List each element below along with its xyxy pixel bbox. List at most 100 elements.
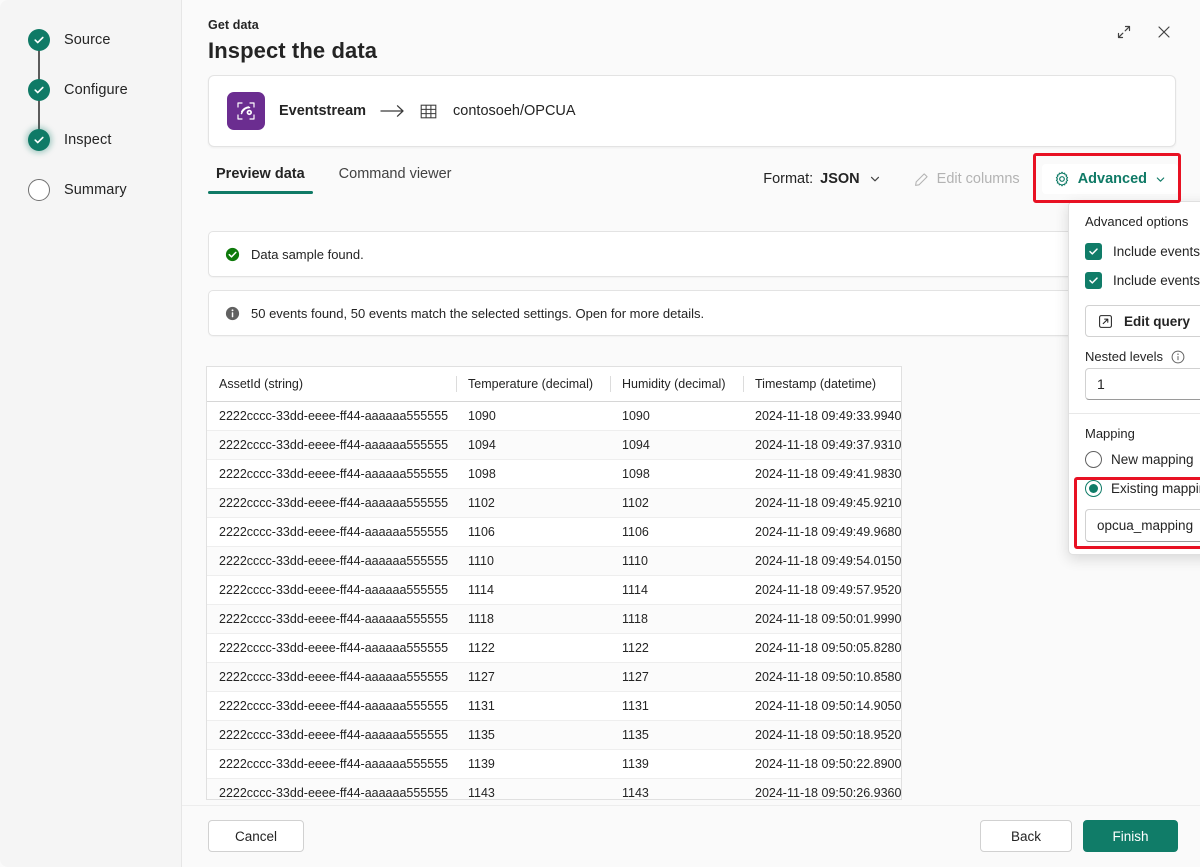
- cell-temperature: 1094: [456, 430, 610, 460]
- step-complete-icon: [28, 79, 50, 101]
- table-row[interactable]: 2222cccc-33dd-eeee-ff44-aaaaaa555555 1143…: [207, 778, 901, 799]
- cell-temperature: 1102: [456, 488, 610, 518]
- cancel-button[interactable]: Cancel: [208, 820, 304, 852]
- table-row[interactable]: 2222cccc-33dd-eeee-ff44-aaaaaa555555 1114…: [207, 575, 901, 605]
- advanced-button[interactable]: Advanced: [1041, 164, 1178, 194]
- table-row[interactable]: 2222cccc-33dd-eeee-ff44-aaaaaa555555 1094…: [207, 430, 901, 460]
- info-circle-icon: [225, 306, 240, 321]
- sidebar-step-inspect[interactable]: Inspect: [28, 129, 111, 151]
- cell-humidity: 1143: [610, 778, 743, 799]
- cell-humidity: 1139: [610, 749, 743, 779]
- cell-temperature: 1090: [456, 401, 610, 431]
- cell-temperature: 1131: [456, 691, 610, 721]
- advanced-label: Advanced: [1077, 171, 1147, 187]
- preview-data-table[interactable]: AssetId (string) Temperature (decimal) H…: [206, 366, 902, 800]
- cell-assetid: 2222cccc-33dd-eeee-ff44-aaaaaa555555: [207, 720, 456, 750]
- table-row[interactable]: 2222cccc-33dd-eeee-ff44-aaaaaa555555 1098…: [207, 459, 901, 489]
- cell-assetid: 2222cccc-33dd-eeee-ff44-aaaaaa555555: [207, 488, 456, 518]
- cell-assetid: 2222cccc-33dd-eeee-ff44-aaaaaa555555: [207, 778, 456, 799]
- table-row[interactable]: 2222cccc-33dd-eeee-ff44-aaaaaa555555 1127…: [207, 662, 901, 692]
- edit-query-button[interactable]: Edit query: [1085, 305, 1200, 337]
- cell-humidity: 1090: [610, 401, 743, 431]
- arrow-right-icon: [380, 104, 406, 118]
- table-row[interactable]: 2222cccc-33dd-eeee-ff44-aaaaaa555555 1106…: [207, 517, 901, 547]
- existing-mapping-value: opcua_mapping: [1097, 518, 1194, 533]
- cell-timestamp: 2024-11-18 09:49:41.9830: [743, 459, 901, 489]
- cell-temperature: 1139: [456, 749, 610, 779]
- column-header-assetid[interactable]: AssetId (string): [207, 367, 456, 402]
- sidebar-step-label: Inspect: [64, 132, 112, 148]
- info-icon[interactable]: [1171, 350, 1185, 364]
- table-row[interactable]: 2222cccc-33dd-eeee-ff44-aaaaaa555555 1110…: [207, 546, 901, 576]
- table-row[interactable]: 2222cccc-33dd-eeee-ff44-aaaaaa555555 1131…: [207, 691, 901, 721]
- cell-timestamp: 2024-11-18 09:49:33.9940: [743, 401, 901, 431]
- checkbox-label: Include events with the selected format: [1113, 244, 1200, 259]
- sidebar-step-summary[interactable]: Summary: [28, 179, 127, 201]
- radio-label: Existing mapping: [1111, 481, 1200, 496]
- tab-preview-data[interactable]: Preview data: [208, 162, 313, 194]
- sidebar-step-source[interactable]: Source: [28, 29, 111, 51]
- close-icon[interactable]: [1148, 16, 1180, 48]
- column-header-temperature[interactable]: Temperature (decimal): [456, 367, 610, 402]
- cell-timestamp: 2024-11-18 09:49:49.9680: [743, 517, 901, 547]
- sidebar-step-configure[interactable]: Configure: [28, 79, 128, 101]
- cell-temperature: 1106: [456, 517, 610, 547]
- cell-timestamp: 2024-11-18 09:50:14.9050: [743, 691, 901, 721]
- expand-icon[interactable]: [1108, 16, 1140, 48]
- sidebar-step-label: Summary: [64, 182, 127, 198]
- cell-assetid: 2222cccc-33dd-eeee-ff44-aaaaaa555555: [207, 691, 456, 721]
- checkbox-checked-icon: [1085, 243, 1102, 260]
- success-message-bar: Data sample found. Fetch: [208, 231, 1176, 277]
- column-header-humidity[interactable]: Humidity (decimal): [610, 367, 743, 402]
- step-complete-icon: [28, 129, 50, 151]
- edit-query-label: Edit query: [1124, 313, 1191, 329]
- cell-assetid: 2222cccc-33dd-eeee-ff44-aaaaaa555555: [207, 575, 456, 605]
- cell-assetid: 2222cccc-33dd-eeee-ff44-aaaaaa555555: [207, 662, 456, 692]
- cell-assetid: 2222cccc-33dd-eeee-ff44-aaaaaa555555: [207, 517, 456, 547]
- finish-button[interactable]: Finish: [1083, 820, 1178, 852]
- table-row[interactable]: 2222cccc-33dd-eeee-ff44-aaaaaa555555 1090…: [207, 401, 901, 431]
- radio-checked-icon: [1085, 480, 1102, 497]
- table-row[interactable]: 2222cccc-33dd-eeee-ff44-aaaaaa555555 1139…: [207, 749, 901, 779]
- format-value[interactable]: JSON: [820, 171, 860, 187]
- cell-timestamp: 2024-11-18 09:50:01.9990: [743, 604, 901, 634]
- table-row[interactable]: 2222cccc-33dd-eeee-ff44-aaaaaa555555 1102…: [207, 488, 901, 518]
- radio-existing-mapping[interactable]: Existing mapping: [1069, 474, 1200, 503]
- wizard-steps-sidebar: Source Configure Inspect Summary: [0, 0, 182, 867]
- table-row[interactable]: 2222cccc-33dd-eeee-ff44-aaaaaa555555 1135…: [207, 720, 901, 750]
- table-row[interactable]: 2222cccc-33dd-eeee-ff44-aaaaaa555555 1118…: [207, 604, 901, 634]
- edit-columns-button[interactable]: Edit columns: [904, 165, 1030, 193]
- cell-humidity: 1127: [610, 662, 743, 692]
- table-row[interactable]: 2222cccc-33dd-eeee-ff44-aaaaaa555555 1122…: [207, 633, 901, 663]
- nested-levels-label: Nested levels: [1085, 349, 1164, 364]
- cell-assetid: 2222cccc-33dd-eeee-ff44-aaaaaa555555: [207, 633, 456, 663]
- cell-timestamp: 2024-11-18 09:50:26.9360: [743, 778, 901, 799]
- cell-timestamp: 2024-11-18 09:49:45.9210: [743, 488, 901, 518]
- cell-timestamp: 2024-11-18 09:49:37.9310: [743, 430, 901, 460]
- checkbox-include-without-format[interactable]: Include events without format: [1069, 266, 1200, 295]
- destination-name: contosoeh/OPCUA: [453, 103, 576, 119]
- cell-humidity: 1131: [610, 691, 743, 721]
- cell-humidity: 1106: [610, 517, 743, 547]
- nested-levels-input[interactable]: [1085, 368, 1200, 400]
- checkbox-include-selected-format[interactable]: Include events with the selected format: [1069, 237, 1200, 266]
- cell-temperature: 1110: [456, 546, 610, 576]
- radio-new-mapping[interactable]: New mapping: [1069, 445, 1200, 474]
- cell-temperature: 1127: [456, 662, 610, 692]
- pencil-icon: [914, 172, 929, 187]
- tab-command-viewer[interactable]: Command viewer: [331, 162, 460, 194]
- chevron-down-icon[interactable]: [860, 164, 890, 194]
- cell-humidity: 1122: [610, 633, 743, 663]
- step-pending-icon: [28, 179, 50, 201]
- cell-temperature: 1122: [456, 633, 610, 663]
- back-button[interactable]: Back: [980, 820, 1072, 852]
- cell-temperature: 1098: [456, 459, 610, 489]
- checkbox-checked-icon: [1085, 272, 1102, 289]
- table-header-row: AssetId (string) Temperature (decimal) H…: [207, 367, 901, 402]
- checkbox-label: Include events without format: [1113, 273, 1200, 288]
- table-icon: [420, 103, 437, 120]
- cell-assetid: 2222cccc-33dd-eeee-ff44-aaaaaa555555: [207, 459, 456, 489]
- source-name: Eventstream: [279, 103, 367, 119]
- existing-mapping-combobox[interactable]: opcua_mapping: [1085, 509, 1200, 542]
- column-header-timestamp[interactable]: Timestamp (datetime): [743, 367, 901, 402]
